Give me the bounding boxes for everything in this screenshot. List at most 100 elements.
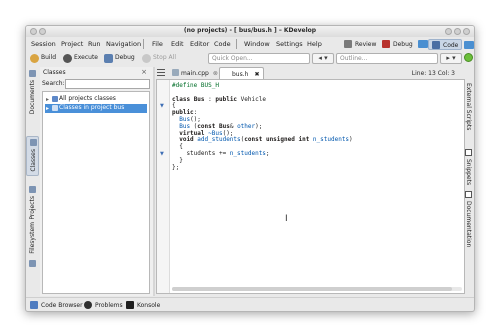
expand-icon[interactable]: ▸ (46, 105, 49, 112)
tree-item-all-projects-classes[interactable]: ▸ All projects classes (45, 95, 147, 104)
code-line[interactable]: students += n_students; (172, 149, 353, 158)
code-line[interactable]: class Bus : public Vehicle (172, 95, 353, 104)
left-tool-tabs: Documents Classes Projects Filesystem (26, 66, 39, 298)
stop-all-button[interactable]: Stop All (142, 54, 176, 63)
code-editor[interactable]: ▼ ▼ #define BUS_H class Bus : public Veh… (156, 79, 465, 294)
tab-documentation-label: Documentation (465, 201, 472, 248)
menu-run[interactable]: Run (88, 40, 100, 48)
tab-projects[interactable]: Projects (26, 184, 39, 226)
classes-search-input[interactable] (65, 79, 150, 89)
tab-projects-label: Projects (29, 196, 36, 220)
code-browser-icon (30, 301, 38, 309)
expand-icon[interactable]: ▸ (46, 96, 49, 103)
code-line[interactable]: }; (172, 164, 353, 172)
code-area-settings-icon (464, 41, 474, 49)
build-icon (30, 54, 39, 63)
editor-gutter: ▼ ▼ (157, 80, 170, 293)
panel-splitter[interactable] (153, 67, 155, 296)
document-list-icon[interactable] (157, 69, 165, 77)
menu-edit[interactable]: Edit (171, 40, 184, 48)
horizontal-scrollbar[interactable] (172, 287, 462, 291)
code-token: n_students (229, 149, 266, 157)
tree-item-label: Classes in project bus (59, 104, 125, 111)
code-line[interactable]: void add_students(const unsigned int n_s… (172, 136, 353, 144)
outline-input[interactable]: Outline... (336, 53, 438, 64)
projects-icon (29, 186, 36, 193)
code-line[interactable]: { (172, 102, 353, 110)
maximize-icon[interactable] (454, 28, 461, 35)
classes-tree[interactable]: ▸ All projects classes ▸ Classes in proj… (42, 91, 150, 294)
tab-classes-label: Classes (30, 149, 37, 172)
close-tab-icon[interactable]: ✖ (254, 71, 259, 78)
tab-external-scripts[interactable]: External Scripts (462, 83, 474, 143)
debug-button[interactable]: Debug (104, 54, 135, 63)
tab-main-cpp-label: main.cpp (181, 70, 209, 77)
back-forward-buttons[interactable]: ◂ ▾ (312, 53, 334, 64)
review-icon (344, 40, 352, 48)
tab-documents-label: Documents (29, 80, 36, 115)
close-icon[interactable] (463, 28, 470, 35)
forward-history-buttons[interactable]: ▸ ▾ (440, 53, 462, 64)
area-review-button[interactable]: Review (341, 39, 379, 50)
classes-panel-header: Classes × (40, 67, 153, 78)
tab-documents[interactable]: Documents (26, 68, 39, 124)
tab-filesystem[interactable]: Filesystem (26, 222, 39, 272)
tab-classes[interactable]: Classes (26, 136, 39, 176)
code-token: ) (349, 136, 353, 144)
code-line[interactable]: } (172, 157, 353, 165)
tab-main-cpp[interactable]: main.cpp ⊗ (169, 67, 222, 79)
tab-snippets[interactable]: Snippets (462, 149, 474, 189)
menu-bar: Session Project Run Navigation File Edit… (26, 37, 474, 51)
menu-help[interactable]: Help (307, 40, 322, 48)
menu-settings[interactable]: Settings (276, 40, 303, 48)
tab-external-scripts-label: External Scripts (465, 83, 472, 131)
code-token: add_students (197, 136, 241, 144)
menu-project[interactable]: Project (61, 40, 83, 48)
fold-marker-icon[interactable]: ▼ (160, 103, 164, 109)
execute-label: Execute (74, 54, 98, 61)
code-text[interactable]: #define BUS_H class Bus : public Vehicle… (172, 82, 353, 172)
classes-panel-title: Classes (43, 69, 66, 76)
code-token: n_students (312, 136, 350, 144)
code-token: ); (255, 122, 263, 130)
tab-code-browser[interactable]: Code Browser (30, 301, 83, 309)
tree-item-classes-in-project-bus[interactable]: ▸ Classes in project bus (45, 104, 147, 113)
area-review-label: Review (355, 41, 377, 48)
debug-run-icon (104, 54, 113, 63)
area-code-button[interactable]: Code (428, 39, 474, 50)
menu-editor[interactable]: Editor (190, 40, 209, 48)
tab-problems[interactable]: Problems (84, 301, 123, 309)
code-token: : (204, 95, 216, 103)
quick-open-input[interactable]: Quick Open... (208, 53, 310, 64)
tab-konsole[interactable]: Konsole (126, 301, 160, 309)
minimize-icon[interactable] (445, 28, 452, 35)
search-label: Search: (42, 80, 65, 87)
code-icon (432, 41, 440, 49)
code-line[interactable]: #define BUS_H (172, 82, 353, 90)
cpp-file-icon (172, 69, 179, 76)
documents-icon (29, 70, 36, 77)
gear-icon (63, 54, 72, 63)
menu-navigation[interactable]: Navigation (106, 40, 141, 48)
tree-item-label: All projects classes (59, 95, 116, 102)
build-button[interactable]: Build (30, 54, 57, 63)
menu-window[interactable]: Window (244, 40, 270, 48)
tab-bus-h[interactable]: bus.h ✖ (219, 67, 265, 79)
code-token: #define BUS_H (172, 82, 219, 89)
fold-marker-icon[interactable]: ▼ (160, 151, 164, 157)
area-debug-button[interactable]: Debug (379, 39, 428, 50)
tab-documentation[interactable]: Documentation (462, 191, 474, 251)
code-token: Vehicle (240, 95, 266, 103)
execute-button[interactable]: Execute (63, 54, 98, 63)
documentation-icon (465, 191, 472, 198)
close-tab-icon[interactable]: ⊗ (213, 70, 218, 77)
stop-icon (142, 54, 151, 63)
close-icon[interactable]: × (141, 68, 147, 76)
menu-session[interactable]: Session (31, 40, 56, 48)
menu-file[interactable]: File (152, 40, 163, 48)
stop-all-label: Stop All (153, 54, 176, 61)
window-title: (no projects) - [ bus/bus.h ] – KDevelop (183, 27, 317, 34)
build-label: Build (41, 54, 57, 61)
main-toolbar: Build Execute Debug Stop All Quick Open.… (26, 51, 474, 66)
menu-code[interactable]: Code (214, 40, 231, 48)
